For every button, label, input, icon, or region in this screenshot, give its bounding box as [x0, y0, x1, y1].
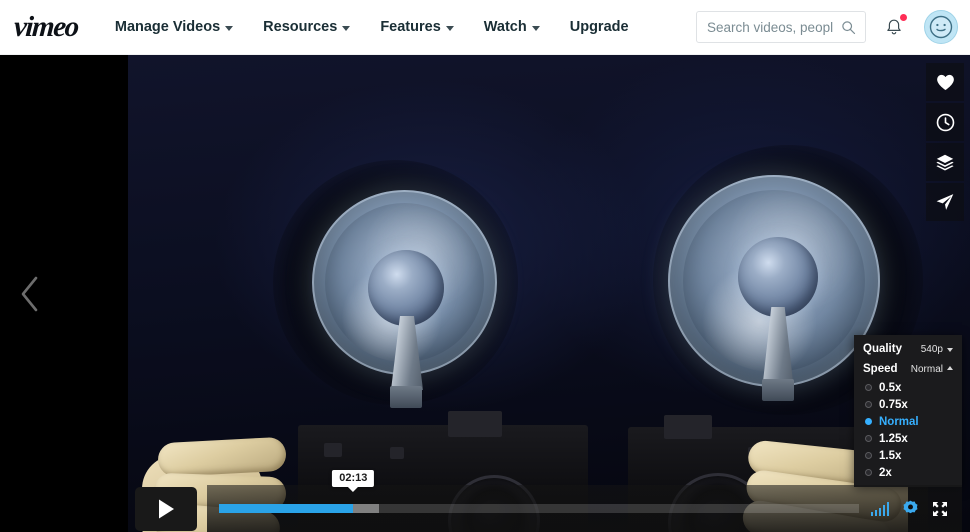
chevron-left-icon — [21, 276, 38, 311]
nav-label: Resources — [263, 19, 338, 35]
fullscreen-button[interactable] — [932, 501, 948, 517]
time-tooltip: 02:13 — [332, 470, 375, 487]
progress-area: 02:13 — [207, 470, 963, 532]
radio-icon — [865, 401, 872, 408]
speed-option-label: 1.25x — [879, 432, 908, 445]
speed-value: Normal — [910, 363, 943, 375]
played-range — [219, 504, 354, 513]
nav-label: Features — [380, 19, 441, 35]
speed-option-1.25x[interactable]: 1.25x — [854, 430, 962, 447]
radio-selected-icon — [865, 418, 872, 425]
radio-icon — [865, 384, 872, 391]
video-player[interactable]: Quality 540p Speed Normal 0.5x 0.75x Nor… — [0, 55, 970, 532]
notifications-button[interactable] — [884, 14, 908, 40]
chevron-down-icon — [947, 348, 953, 352]
search-box[interactable] — [696, 11, 866, 43]
video-frame — [128, 55, 970, 532]
bulb-base-right — [762, 379, 794, 401]
bulb-globe-left — [368, 250, 444, 326]
speed-option-label: 0.5x — [879, 381, 902, 394]
speed-option-label: 0.75x — [879, 398, 908, 411]
nav-item-resources[interactable]: Resources — [248, 0, 365, 54]
nav-label: Watch — [483, 19, 527, 35]
quality-value-group[interactable]: 540p — [921, 344, 953, 355]
site-header: vimeo Manage Videos Resources Features W… — [0, 0, 970, 55]
avatar[interactable] — [924, 10, 958, 44]
speed-option-label: 1.5x — [879, 449, 902, 462]
quality-label: Quality — [863, 343, 902, 355]
speed-option-0.5x[interactable]: 0.5x — [854, 379, 962, 396]
notification-badge — [900, 14, 907, 21]
player-control-bar: 02:13 — [0, 470, 970, 532]
video-action-rail — [926, 63, 964, 221]
fullscreen-expand-icon — [933, 501, 947, 516]
progress-bar[interactable]: 02:13 — [219, 470, 859, 513]
nav-item-features[interactable]: Features — [365, 0, 468, 54]
heart-icon — [936, 74, 954, 90]
watch-later-button[interactable] — [926, 103, 964, 141]
nav-label: Manage Videos — [114, 19, 221, 35]
chevron-down-icon — [531, 25, 540, 31]
speed-option-2x[interactable]: 2x — [854, 464, 962, 481]
nav-item-watch[interactable]: Watch — [469, 0, 555, 54]
clock-icon — [936, 113, 954, 131]
play-triangle-icon — [159, 499, 174, 518]
speed-option-label: Normal — [879, 415, 919, 428]
speed-option-0.75x[interactable]: 0.75x — [854, 396, 962, 413]
radio-icon — [865, 435, 872, 442]
menu-row-quality[interactable]: Quality 540p — [854, 339, 962, 359]
search-icon — [841, 20, 856, 40]
chevron-down-icon — [225, 25, 234, 31]
share-button[interactable] — [926, 183, 964, 221]
speed-option-normal[interactable]: Normal — [854, 413, 962, 430]
bulb-globe-right — [738, 237, 818, 317]
menu-row-speed[interactable]: Speed Normal — [854, 359, 962, 379]
add-to-collection-button[interactable] — [926, 143, 964, 181]
bulb-base-left — [390, 386, 422, 408]
settings-menu[interactable]: Quality 540p Speed Normal 0.5x 0.75x Nor… — [854, 335, 962, 487]
previous-video-button[interactable] — [12, 268, 48, 320]
radio-icon — [865, 452, 872, 459]
speed-option-1.5x[interactable]: 1.5x — [854, 447, 962, 464]
like-button[interactable] — [926, 63, 964, 101]
speed-value-group[interactable]: Normal — [911, 364, 953, 375]
chevron-up-icon — [947, 366, 953, 370]
collections-stack-icon — [936, 154, 954, 170]
search-input[interactable] — [707, 19, 841, 35]
speed-label: Speed — [863, 363, 898, 375]
gear-icon — [903, 500, 918, 514]
right-controls — [870, 500, 963, 517]
nav-label: Upgrade — [569, 19, 629, 35]
paper-plane-icon — [936, 194, 954, 210]
header-right-group — [696, 0, 970, 54]
radio-icon — [865, 469, 872, 476]
main-nav: Manage Videos Resources Features Watch U… — [100, 0, 644, 54]
nav-item-upgrade[interactable]: Upgrade — [555, 0, 644, 54]
chevron-down-icon — [342, 25, 351, 31]
user-avatar-smiley-icon — [929, 15, 953, 39]
quality-value: 540p — [920, 343, 943, 355]
vimeo-logo[interactable]: vimeo — [13, 11, 79, 43]
chevron-down-icon — [445, 25, 454, 31]
nav-item-manage-videos[interactable]: Manage Videos — [100, 0, 248, 54]
settings-button[interactable] — [902, 500, 919, 517]
speed-option-label: 2x — [879, 466, 892, 479]
volume-bars-icon[interactable] — [870, 501, 889, 516]
play-button[interactable] — [135, 486, 197, 531]
